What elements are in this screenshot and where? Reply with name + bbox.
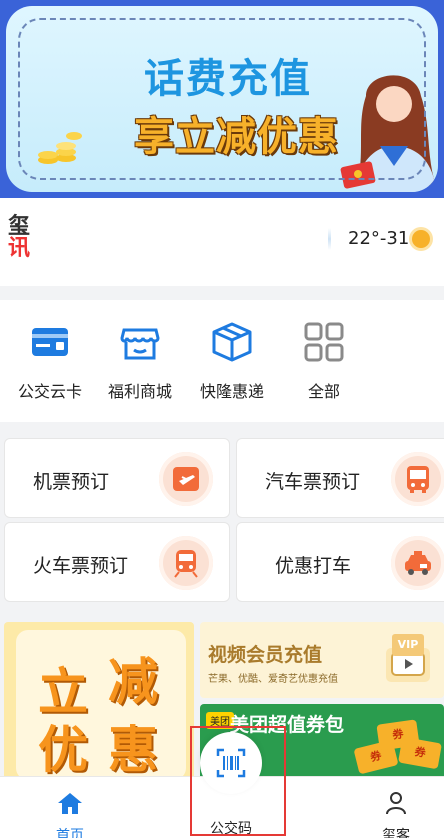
nav-profile-label: 玺客 bbox=[382, 828, 410, 838]
train-icon bbox=[174, 550, 198, 578]
service-label: 全部 bbox=[307, 382, 340, 401]
card-icon-circle bbox=[391, 536, 444, 590]
package-icon bbox=[212, 322, 252, 362]
sun-icon bbox=[412, 230, 430, 248]
taxi-icon bbox=[405, 551, 431, 575]
card-label: 火车票预订 bbox=[33, 555, 129, 577]
banner-card: 话费充值 享立减优惠 bbox=[6, 6, 438, 192]
service-all[interactable]: 全部 bbox=[276, 320, 372, 402]
nav-home[interactable]: 首页 bbox=[30, 791, 110, 838]
shop-icon bbox=[120, 328, 160, 360]
promo-discount-panel: 立 减 优 惠 bbox=[16, 630, 186, 780]
promo-video-subtitle: 芒果、优酷、爱奇艺优惠充值 bbox=[208, 674, 338, 685]
promo-video-vip[interactable]: 视频会员充值 芒果、优酷、爱奇艺优惠充值 VIP bbox=[200, 622, 444, 698]
service-label: 公交云卡 bbox=[17, 382, 82, 401]
grid-icon bbox=[304, 322, 344, 362]
card-icon-circle bbox=[159, 536, 213, 590]
divider bbox=[328, 228, 331, 250]
card-bus-ticket[interactable]: 汽车票预订 bbox=[236, 438, 444, 518]
nav-profile[interactable]: 玺客 bbox=[356, 791, 436, 838]
coupon-icon: 券 bbox=[398, 736, 442, 770]
coins-icon bbox=[38, 132, 82, 164]
service-shop[interactable]: 福利商城 bbox=[92, 320, 188, 402]
card-label: 机票预订 bbox=[33, 471, 110, 493]
banner-title: 话费充值 bbox=[144, 56, 312, 102]
info-bar: 玺 讯 22°-31° bbox=[0, 198, 444, 286]
logo-line-2: 讯 bbox=[8, 236, 31, 261]
card-train-ticket[interactable]: 火车票预订 bbox=[4, 522, 230, 602]
promo-char: 优 bbox=[38, 721, 88, 779]
nav-home-label: 首页 bbox=[56, 828, 84, 838]
girl-illustration-icon bbox=[340, 75, 436, 192]
card-taxi[interactable]: 优惠打车 bbox=[236, 522, 444, 602]
banner-subtitle: 享立减优惠 bbox=[134, 114, 339, 160]
bus-icon bbox=[407, 466, 429, 493]
highlight-box bbox=[190, 726, 286, 836]
service-delivery[interactable]: 快隆惠递 bbox=[184, 320, 280, 402]
promo-char: 减 bbox=[108, 653, 158, 711]
promo-discount[interactable]: 立 减 优 惠 bbox=[4, 622, 194, 782]
promo-char: 惠 bbox=[108, 721, 158, 779]
card-label: 汽车票预订 bbox=[265, 471, 361, 493]
service-label: 快隆惠递 bbox=[199, 382, 264, 401]
card-icon-circle bbox=[391, 452, 444, 506]
app-logo: 玺 讯 bbox=[8, 216, 38, 260]
card-flight[interactable]: 机票预订 bbox=[4, 438, 230, 518]
promo-video-title: 视频会员充值 bbox=[208, 644, 323, 666]
service-bus-card[interactable]: 公交云卡 bbox=[2, 320, 98, 402]
bus-card-icon bbox=[32, 328, 68, 356]
card-label: 优惠打车 bbox=[275, 555, 352, 577]
logo-line-1: 玺 bbox=[8, 214, 31, 239]
service-label: 福利商城 bbox=[107, 382, 172, 401]
home-icon bbox=[58, 793, 82, 814]
vip-badge: VIP bbox=[392, 634, 424, 656]
temperature: 22°-31° bbox=[348, 228, 419, 249]
card-icon-circle bbox=[159, 452, 213, 506]
plane-ticket-icon bbox=[173, 467, 199, 491]
service-grid: 公交云卡 福利商城 快隆惠递 全部 bbox=[0, 300, 444, 422]
promo-banner[interactable]: 话费充值 享立减优惠 bbox=[0, 0, 444, 198]
user-icon bbox=[386, 792, 406, 815]
